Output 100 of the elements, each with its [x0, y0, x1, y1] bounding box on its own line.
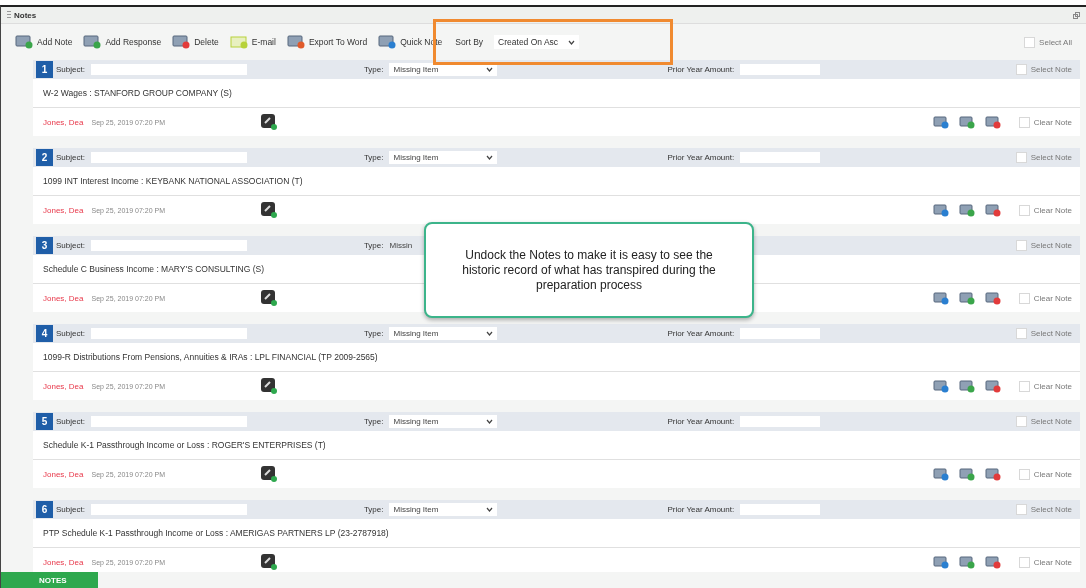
select-note-checkbox[interactable]: Select Note	[1015, 328, 1072, 339]
note-description: W-2 Wages : STANFORD GROUP COMPANY (S)	[33, 79, 1080, 108]
toolbar-button[interactable]: Delete	[172, 35, 219, 49]
edit-note-icon[interactable]	[932, 555, 949, 569]
edit-note-icon[interactable]	[932, 291, 949, 305]
type-label: Type:	[363, 505, 384, 514]
note-author[interactable]: Jones, Dea	[43, 205, 84, 215]
link-icon[interactable]	[261, 466, 278, 482]
reply-icon[interactable]	[958, 379, 975, 393]
reply-icon[interactable]	[958, 115, 975, 129]
prior-year-label: Prior Year Amount:	[667, 417, 735, 426]
link-icon[interactable]	[261, 202, 278, 218]
delete-note-icon[interactable]	[984, 291, 1001, 305]
document-icon	[286, 35, 305, 49]
note-description: PTP Schedule K-1 Passthrough Income or Loss : AMERIGAS PARTNERS LP (23-2787918)	[33, 519, 1080, 548]
type-label: Type:	[363, 153, 384, 162]
monitor-icon	[378, 35, 397, 49]
type-dropdown[interactable]: Missin	[389, 241, 413, 250]
toolbar-button[interactable]: E-mail	[229, 35, 276, 49]
sort-label: Sort By	[455, 37, 484, 47]
delete-note-icon[interactable]	[984, 379, 1001, 393]
sort-dropdown[interactable]: Created On Asc	[494, 35, 580, 49]
note-number: 5	[36, 413, 53, 430]
select-note-checkbox[interactable]: Select Note	[1015, 504, 1072, 515]
type-label: Type:	[363, 241, 384, 250]
prior-year-field[interactable]	[740, 152, 821, 163]
link-icon[interactable]	[261, 114, 278, 130]
restore-icon[interactable]	[1073, 11, 1080, 19]
reply-icon[interactable]	[958, 467, 975, 481]
clear-note-checkbox[interactable]: Clear Note	[1018, 380, 1072, 392]
note-author[interactable]: Jones, Dea	[43, 381, 84, 391]
subject-field[interactable]	[90, 152, 247, 163]
delete-note-icon[interactable]	[984, 203, 1001, 217]
subject-label: Subject:	[56, 153, 85, 162]
link-icon[interactable]	[261, 378, 278, 394]
clear-note-checkbox[interactable]: Clear Note	[1018, 116, 1072, 128]
note-author[interactable]: Jones, Dea	[43, 469, 84, 479]
delete-note-icon[interactable]	[984, 115, 1001, 129]
window-title: Notes	[14, 10, 37, 20]
type-dropdown[interactable]: Missing Item	[389, 151, 498, 164]
subject-label: Subject:	[56, 65, 85, 74]
clear-note-checkbox[interactable]: Clear Note	[1018, 556, 1072, 568]
prior-year-field[interactable]	[740, 504, 821, 515]
type-label: Type:	[363, 65, 384, 74]
note-description: Schedule K-1 Passthrough Income or Loss : ROGER'S ENTERPRISES (T)	[33, 431, 1080, 460]
note-number: 2	[36, 149, 53, 166]
reply-icon[interactable]	[958, 555, 975, 569]
clear-note-checkbox[interactable]: Clear Note	[1018, 292, 1072, 304]
subject-label: Subject:	[56, 417, 85, 426]
grip-icon[interactable]	[7, 11, 11, 19]
note-author[interactable]: Jones, Dea	[43, 557, 84, 567]
type-dropdown[interactable]: Missing Item	[389, 415, 498, 428]
prior-year-label: Prior Year Amount:	[667, 329, 735, 338]
select-note-checkbox[interactable]: Select Note	[1015, 152, 1072, 163]
prior-year-field[interactable]	[740, 328, 821, 339]
delete-note-icon[interactable]	[984, 555, 1001, 569]
note-description: 1099-R Distributions From Pensions, Annuities & IRAs : LPL FINANCIAL (TP 2009-2565)	[33, 343, 1080, 372]
monitor-icon	[15, 35, 33, 49]
note-number: 1	[36, 61, 53, 78]
reply-icon[interactable]	[958, 291, 975, 305]
caret-icon	[486, 331, 494, 336]
type-label: Type:	[363, 329, 384, 338]
delete-note-icon[interactable]	[984, 467, 1001, 481]
select-note-checkbox[interactable]: Select Note	[1015, 416, 1072, 427]
note-author[interactable]: Jones, Dea	[43, 293, 84, 303]
edit-note-icon[interactable]	[932, 379, 949, 393]
prior-year-field[interactable]	[740, 64, 821, 75]
note-number: 6	[36, 501, 53, 518]
prior-year-field[interactable]	[740, 416, 821, 427]
caret-icon	[486, 507, 494, 512]
toolbar-button[interactable]: Add Note	[15, 35, 73, 49]
subject-field[interactable]	[90, 416, 247, 427]
reply-icon[interactable]	[958, 203, 975, 217]
edit-note-icon[interactable]	[932, 467, 949, 481]
select-note-checkbox[interactable]: Select Note	[1015, 64, 1072, 75]
link-icon[interactable]	[261, 554, 278, 570]
edit-note-icon[interactable]	[932, 203, 949, 217]
prior-year-label: Prior Year Amount:	[667, 153, 735, 162]
subject-label: Subject:	[56, 505, 85, 514]
subject-field[interactable]	[90, 328, 247, 339]
subject-field[interactable]	[90, 240, 247, 251]
caret-icon	[486, 67, 494, 72]
toolbar-button[interactable]: Add Response	[83, 35, 162, 49]
subject-field[interactable]	[90, 64, 247, 75]
monitor-minus-icon	[172, 35, 191, 49]
type-dropdown[interactable]: Missing Item	[389, 63, 498, 76]
subject-field[interactable]	[90, 504, 247, 515]
clear-note-checkbox[interactable]: Clear Note	[1018, 468, 1072, 480]
note-number: 3	[36, 237, 53, 254]
type-dropdown[interactable]: Missing Item	[389, 327, 498, 340]
select-all-checkbox[interactable]: Select All	[1024, 36, 1072, 48]
notes-tab[interactable]: NOTES	[1, 572, 98, 588]
type-dropdown[interactable]: Missing Item	[389, 503, 498, 516]
note-author[interactable]: Jones, Dea	[43, 117, 84, 127]
clear-note-checkbox[interactable]: Clear Note	[1018, 204, 1072, 216]
subject-label: Subject:	[56, 241, 85, 250]
select-note-checkbox[interactable]: Select Note	[1015, 240, 1072, 251]
edit-note-icon[interactable]	[932, 115, 949, 129]
link-icon[interactable]	[261, 290, 278, 306]
toolbar-button[interactable]: Export To Word	[286, 35, 368, 49]
